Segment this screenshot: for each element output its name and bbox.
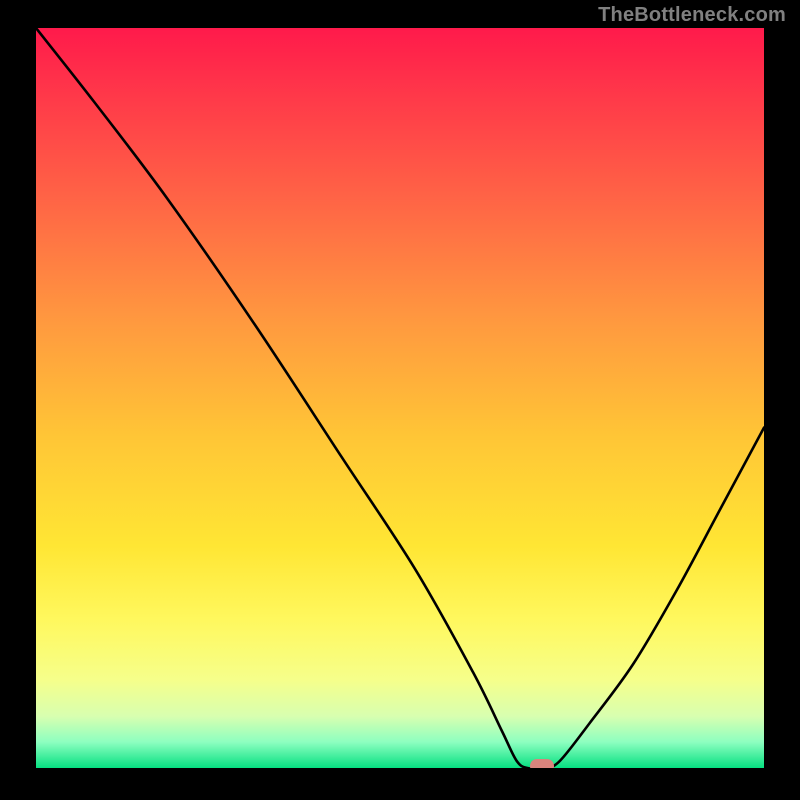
plot-area bbox=[36, 28, 764, 768]
chart-frame: TheBottleneck.com bbox=[0, 0, 800, 800]
highlight-marker bbox=[36, 28, 764, 768]
watermark-text: TheBottleneck.com bbox=[598, 4, 786, 27]
